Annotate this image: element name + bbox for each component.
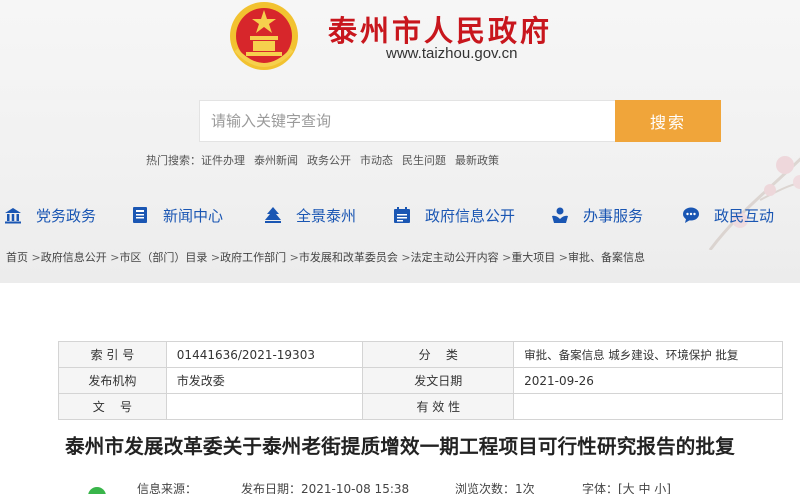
nav-item-news-center[interactable]: 新闻中心 xyxy=(131,200,223,230)
breadcrumb-separator: > xyxy=(207,251,221,264)
breadcrumb-separator: > xyxy=(555,251,569,264)
nav-item-label: 办事服务 xyxy=(583,206,644,225)
document-meta-table: 索 引 号 01441636/2021-19303 分 类 审批、备案信息 城乡… xyxy=(58,341,783,420)
breadcrumb-separator: > xyxy=(28,251,41,264)
header-banner: 泰州市人民政府 www.taizhou.gov.cn 搜索 热门搜索： 证件办理… xyxy=(0,0,800,283)
doc-number-label: 文 号 xyxy=(58,393,167,420)
breadcrumb-separator: > xyxy=(498,251,512,264)
site-url: www.taizhou.gov.cn xyxy=(386,45,518,62)
breadcrumb-item[interactable]: 重大项目 xyxy=(511,251,555,264)
search-button[interactable]: 搜索 xyxy=(615,100,721,142)
index-value: 01441636/2021-19303 xyxy=(165,341,364,368)
info-font-size[interactable]: 字体：[大 中 小] xyxy=(582,480,671,494)
category-value: 审批、备案信息 城乡建设、环境保护 批复 xyxy=(513,341,783,368)
panorama-icon xyxy=(265,207,281,223)
breadcrumb-item[interactable]: 市区（部门）目录 xyxy=(119,251,207,264)
main-nav: 党务政务 新闻中心 全景泰州 政府信息公开 办事服务 政民互动 xyxy=(0,200,800,230)
search-bar: 搜索 xyxy=(199,100,721,142)
document-info-bar: 信息来源： 发布日期：2021-10-08 15:38 浏览次数：1次 字体：[… xyxy=(0,479,800,494)
breadcrumb-separator: > xyxy=(397,251,411,264)
table-row: 索 引 号 01441636/2021-19303 分 类 审批、备案信息 城乡… xyxy=(58,341,783,368)
hot-search: 热门搜索： 证件办理 泰州新闻 政务公开 市动态 民生问题 最新政策 xyxy=(146,152,499,168)
hot-search-item[interactable]: 证件办理 xyxy=(201,152,245,168)
hot-search-item[interactable]: 最新政策 xyxy=(455,152,499,168)
site-title: 泰州市人民政府 xyxy=(328,14,553,48)
breadcrumb-separator: > xyxy=(106,251,120,264)
chat-icon xyxy=(683,207,699,223)
breadcrumb-item[interactable]: 市发展和改革委员会 xyxy=(299,251,398,264)
building-icon xyxy=(5,208,21,224)
publisher-label: 发布机构 xyxy=(58,367,167,394)
table-row: 发布机构 市发改委 发文日期 2021-09-26 xyxy=(58,367,783,394)
breadcrumb: 首页 >政府信息公开 >市区（部门）目录 >政府工作部门 >市发展和改革委员会 … xyxy=(6,249,645,265)
nav-item-label: 党务政务 xyxy=(36,206,97,225)
nav-item-label: 全景泰州 xyxy=(296,206,357,225)
nav-item-panorama[interactable]: 全景泰州 xyxy=(264,200,356,230)
nav-item-gov-info[interactable]: 政府信息公开 xyxy=(393,200,515,230)
breadcrumb-item[interactable]: 法定主动公开内容 xyxy=(411,251,499,264)
share-icon[interactable] xyxy=(88,487,106,494)
hands-icon xyxy=(552,207,568,223)
newspaper-icon xyxy=(133,207,147,223)
index-label: 索 引 号 xyxy=(58,341,167,368)
breadcrumb-separator: > xyxy=(286,251,299,264)
national-emblem-icon xyxy=(230,2,298,70)
nav-item-label: 新闻中心 xyxy=(163,206,224,225)
info-views: 浏览次数：1次 xyxy=(455,482,535,494)
breadcrumb-item[interactable]: 首页 xyxy=(6,251,28,264)
doc-number-value xyxy=(165,393,364,420)
category-label: 分 类 xyxy=(362,341,515,368)
info-publish-date: 发布日期：2021-10-08 15:38 xyxy=(241,482,410,494)
hot-search-item[interactable]: 泰州新闻 xyxy=(254,152,298,168)
hot-search-item[interactable]: 政务公开 xyxy=(307,152,351,168)
issue-date-label: 发文日期 xyxy=(362,367,515,394)
calendar-icon xyxy=(394,207,410,223)
nav-item-interaction[interactable]: 政民互动 xyxy=(682,200,774,230)
nav-item-label: 政府信息公开 xyxy=(425,206,516,225)
breadcrumb-item[interactable]: 政府信息公开 xyxy=(41,251,107,264)
nav-item-services[interactable]: 办事服务 xyxy=(551,200,643,230)
search-input[interactable] xyxy=(200,101,616,141)
table-row: 文 号 有 效 性 xyxy=(58,393,783,420)
hot-search-item[interactable]: 市动态 xyxy=(360,152,393,168)
nav-item-label: 政民互动 xyxy=(714,206,775,225)
hot-search-label: 热门搜索： xyxy=(146,154,201,167)
breadcrumb-item[interactable]: 审批、备案信息 xyxy=(568,251,645,264)
publisher-value: 市发改委 xyxy=(165,367,364,394)
hot-search-item[interactable]: 民生问题 xyxy=(402,152,446,168)
document-title: 泰州市发展改革委关于泰州老街提质增效一期工程项目可行性研究报告的批复 xyxy=(65,435,735,458)
breadcrumb-item[interactable]: 政府工作部门 xyxy=(220,251,286,264)
issue-date-value: 2021-09-26 xyxy=(513,367,783,394)
validity-value xyxy=(513,393,783,420)
nav-item-party-affairs[interactable]: 党务政务 xyxy=(4,200,96,230)
info-source: 信息来源： xyxy=(137,482,198,494)
validity-label: 有 效 性 xyxy=(362,393,515,420)
